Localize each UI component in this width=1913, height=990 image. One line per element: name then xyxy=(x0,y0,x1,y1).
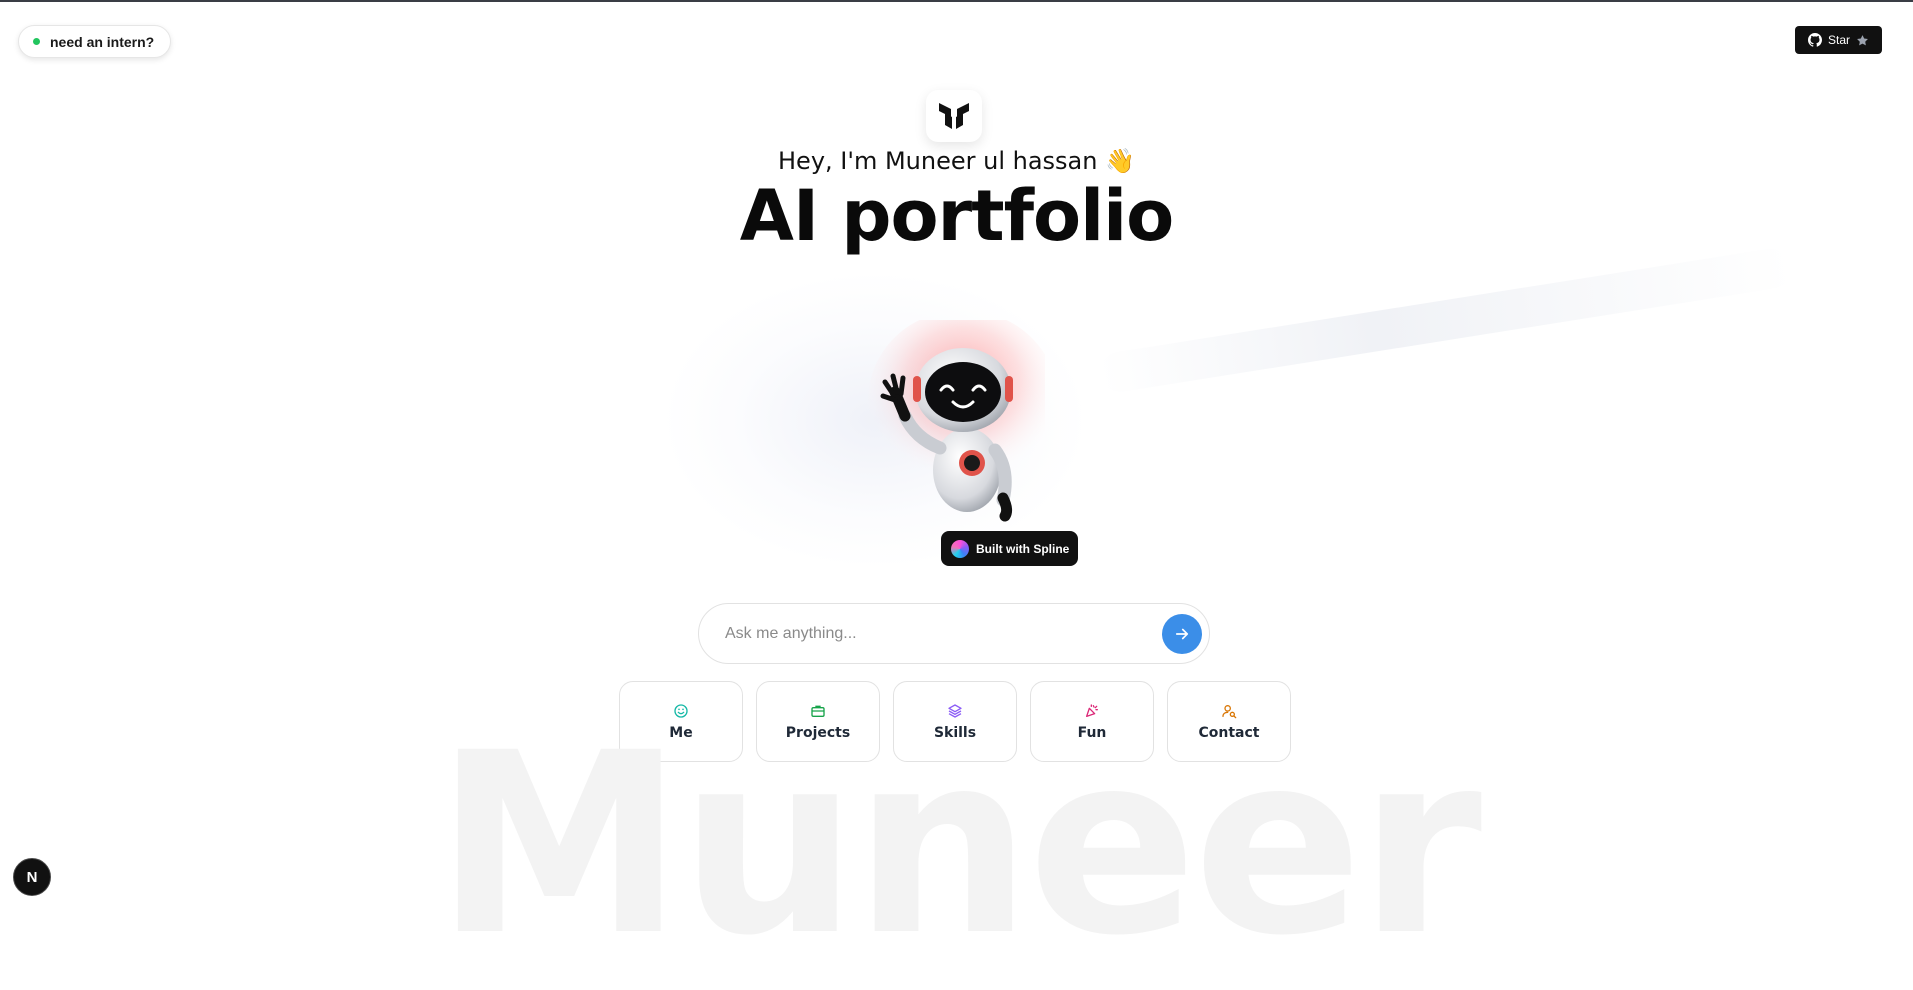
tile-projects-label: Projects xyxy=(785,724,851,741)
need-intern-badge[interactable]: need an intern? xyxy=(18,25,172,58)
site-logo[interactable] xyxy=(926,90,982,142)
github-star-button[interactable]: Star xyxy=(1795,26,1882,54)
tile-me-label: Me xyxy=(669,724,693,741)
party-popper-icon xyxy=(1086,703,1098,717)
tile-fun-label: Fun xyxy=(1077,724,1107,741)
nextjs-badge-label: N xyxy=(26,868,38,886)
ask-input[interactable] xyxy=(723,623,1127,644)
hero-greeting: Hey, I'm Muneer ul hassan 👋 xyxy=(778,147,1135,175)
tile-projects[interactable]: Projects xyxy=(756,681,880,762)
github-star-label: Star xyxy=(1827,33,1850,47)
smile-icon xyxy=(674,703,688,718)
status-dot xyxy=(33,38,40,45)
github-icon xyxy=(1807,33,1822,47)
star-icon xyxy=(1857,34,1868,45)
logo-icon xyxy=(939,103,969,129)
tile-contact[interactable]: Contact xyxy=(1167,681,1291,762)
built-with-spline-badge[interactable]: Built with Spline xyxy=(941,531,1078,566)
arrow-right-icon xyxy=(1175,628,1189,640)
tile-fun[interactable]: Fun xyxy=(1030,681,1154,762)
spline-label: Built with Spline xyxy=(976,541,1070,556)
layers-icon xyxy=(948,703,962,718)
tile-me[interactable]: Me xyxy=(619,681,743,762)
hero-title: AI portfolio xyxy=(739,175,1174,257)
send-button[interactable] xyxy=(1162,614,1202,654)
nextjs-dev-badge[interactable]: N xyxy=(13,858,51,896)
spline-logo-icon xyxy=(951,539,969,558)
top-border xyxy=(0,0,1913,2)
ask-bar xyxy=(698,603,1210,664)
tile-contact-label: Contact xyxy=(1198,724,1260,741)
background-streak xyxy=(1096,245,1795,395)
tile-skills-label: Skills xyxy=(933,724,977,741)
user-search-icon xyxy=(1222,704,1237,718)
robot-3d-scene[interactable] xyxy=(845,320,1045,540)
briefcase-icon xyxy=(811,705,825,717)
need-intern-label: need an intern? xyxy=(50,33,155,50)
quick-actions: Me Projects Skills Fun Contact xyxy=(619,681,1291,762)
tile-skills[interactable]: Skills xyxy=(893,681,1017,762)
